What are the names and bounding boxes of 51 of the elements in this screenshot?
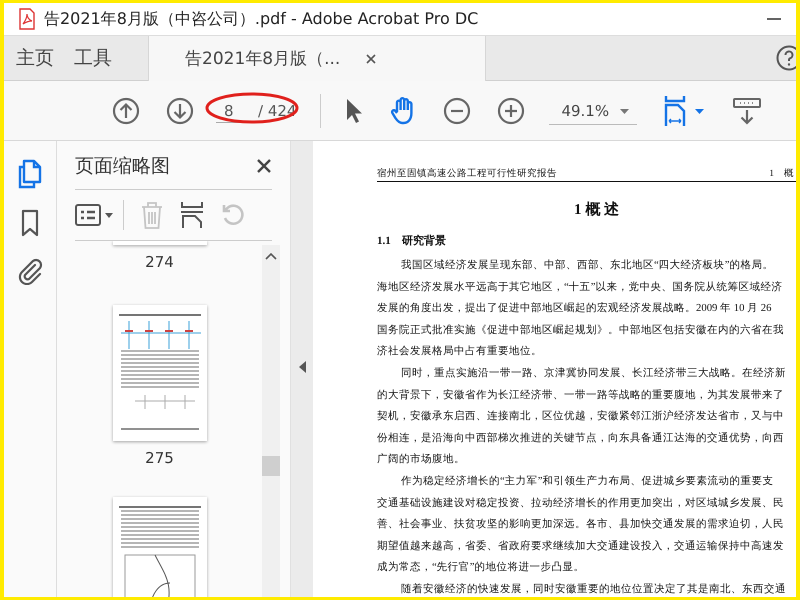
text-line: 契机，安徽承东启西、连接南北，区位优越，安徽紧邻江浙沪经济发达省市，又与中 xyxy=(377,409,785,424)
page-number-field[interactable]: 8 xyxy=(216,98,252,123)
nav-tab[interactable]: 工具 xyxy=(68,36,148,80)
trash-icon xyxy=(140,201,164,229)
text-line: 的大背景下，安徽省作为长江经济带、一带一路等战略的重要腹地，为其发展带来了 xyxy=(377,388,785,403)
text-line: 随着安徽经济的快速发展，同时安徽重要的地位位置决定了其是南北、东西交通 xyxy=(400,582,787,597)
zoom-dropdown[interactable]: 49.1% xyxy=(549,96,638,125)
text-line: 我国区域经济发展呈现东部、中部、西部、东北地区“四大经济板块”的格局。 xyxy=(400,258,774,273)
page-insert-icon[interactable] xyxy=(180,201,204,229)
thumbnail-options-icon[interactable] xyxy=(75,204,115,226)
zoom-in-icon[interactable] xyxy=(497,96,526,124)
panel-title: 页面缩略图 xyxy=(75,154,170,179)
zoom-out-icon[interactable] xyxy=(443,96,472,124)
close-icon[interactable] xyxy=(366,54,376,64)
text-line: 海地区经济发展水平远高于其它地区，“十五”以来，党中央、国务院从统筹区域经济 xyxy=(377,280,784,295)
text-line: 成为常态，“先行官”的地位将进一步凸显。 xyxy=(377,560,586,576)
scroll-up-icon[interactable] xyxy=(265,253,277,260)
text-line: 国务院正式批准实施《促进中部地区崛起规划》。中部地区包括安徽在内的六省在我 xyxy=(377,322,785,338)
pdf-file-icon xyxy=(18,8,36,30)
scrollbar[interactable] xyxy=(262,245,280,597)
text-line: 发展的角度出发，提出了促进中部地区崛起的宏观经济发展战略。2009 年 10 月 26 xyxy=(377,301,772,316)
help-icon[interactable] xyxy=(776,45,796,71)
page-number-label: 275 xyxy=(145,449,174,467)
document-tab[interactable]: 告2021年8月版（... xyxy=(148,36,486,81)
chapter-heading: 1 概 述 xyxy=(573,200,620,219)
page-thumbnail[interactable] xyxy=(112,305,206,441)
text-line: 份相连，是沿海向中西部梯次推进的关键节点，向东具备通江达海的交通优势，向西 xyxy=(377,430,785,446)
collapse-arrow-icon[interactable] xyxy=(298,361,306,373)
running-header: 1 概 xyxy=(769,167,795,180)
rotate-icon xyxy=(220,202,246,228)
page-number-label: 274 xyxy=(145,253,174,271)
scrollbar-thumb[interactable] xyxy=(262,456,280,476)
text-line: 济社会发展格局中占有重要地位。 xyxy=(377,344,543,360)
text-line: 广阔的市场腹地。 xyxy=(377,452,466,468)
text-line: 善、社会事业、扶贫攻坚的影响更加深远。各市、县加快交通发展的需求迫切，人民 xyxy=(377,517,785,532)
text-line: 交通基础设施建设对稳定投资、拉动经济增长的作用更加突出，对区域城乡发展、民 xyxy=(377,496,785,511)
running-header: 宿州至固镇高速公路工程可行性研究报告 xyxy=(377,167,557,180)
pages-icon[interactable] xyxy=(17,159,43,189)
paperclip-icon[interactable] xyxy=(16,257,44,285)
window-title: 告2021年8月版（中咨公司）.pdf - Adobe Acrobat Pro DC xyxy=(44,8,478,30)
page-thumbnail[interactable] xyxy=(112,497,206,597)
close-icon[interactable] xyxy=(256,158,272,174)
nav-tab[interactable]: 主页 xyxy=(4,36,68,80)
scroll-mode-icon[interactable] xyxy=(733,96,762,124)
bookmark-icon[interactable] xyxy=(21,209,39,237)
page-thumbnail[interactable] xyxy=(112,241,206,245)
text-line: 同时，重点实施沿一带一路、京津冀协同发展、长江经济带三大战略。在经济新 xyxy=(400,366,787,381)
caret-icon xyxy=(620,108,630,114)
text-line: 作为稳定经济增长的“主力军”和引领生产力布局、促进城乡要素流动的重要支 xyxy=(400,474,774,489)
text-line: 期望值越来越高，省委、省政府要求继续加大交通建设投入，交通运输保持中高速发 xyxy=(377,538,785,554)
section-heading: 1.1 研究背景 xyxy=(377,234,447,248)
